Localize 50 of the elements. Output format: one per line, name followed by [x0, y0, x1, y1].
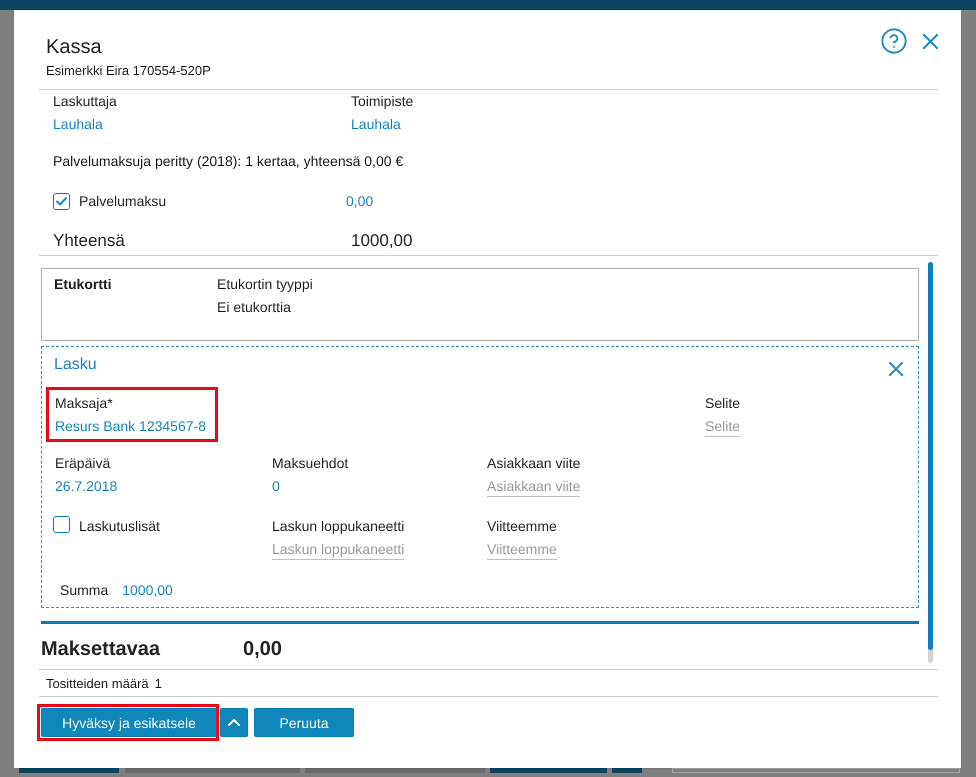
chevron-up-icon	[228, 719, 240, 726]
checkbox-label[interactable]: Palvelumaksu	[79, 192, 166, 210]
field-label: Eräpäivä	[55, 454, 110, 472]
field-label: Asiakkaan viite	[487, 454, 580, 472]
menu-button[interactable]	[220, 708, 248, 737]
total-label: Yhteensä	[53, 230, 126, 252]
background-panel	[612, 768, 642, 773]
close-icon	[889, 362, 903, 376]
field-value[interactable]: 0,00	[346, 192, 938, 210]
close-button[interactable]	[923, 34, 938, 48]
action-button[interactable]: Peruuta	[254, 708, 354, 737]
dialog-subtitle: Esimerkki Eira 170554-520P	[46, 62, 211, 79]
field-label: Maksuehdot	[272, 454, 348, 472]
field-value[interactable]: 26.7.2018	[55, 477, 118, 495]
field-label: Viitteemme	[487, 517, 557, 535]
service-fee-note: Palvelumaksuja peritty (2018): 1 kertaa, yhteensä 0,00 €	[53, 152, 404, 170]
input-field[interactable]: Asiakkaan viite	[487, 477, 580, 497]
help-icon	[880, 27, 908, 55]
help-button[interactable]	[880, 27, 908, 55]
amount-due-label: Maksettavaa	[41, 637, 162, 661]
section-heading: Etukortti	[54, 275, 113, 294]
amount-due-value: 0,00	[243, 637, 283, 661]
field-value[interactable]: Resurs Bank 1234567-8	[55, 417, 206, 435]
field-label: Selite	[705, 394, 740, 412]
invoice-title: Lasku	[54, 355, 97, 375]
field-label: Laskun loppukaneetti	[272, 517, 404, 535]
input-field[interactable]: Laskun loppukaneetti	[272, 540, 404, 560]
action-button[interactable]: Hyväksy ja esikatsele	[41, 708, 217, 737]
close-button[interactable]	[889, 362, 903, 376]
input-field[interactable]: Viitteemme	[487, 540, 557, 560]
checkbox-label[interactable]: Laskutuslisät	[79, 517, 160, 535]
field-value[interactable]: Lauhala	[351, 115, 938, 133]
close-icon	[923, 34, 938, 48]
sum-label: Summa	[60, 581, 108, 599]
check-icon	[56, 196, 67, 206]
field-label: Etukortin tyyppi	[217, 275, 313, 293]
field-label: Laskuttaja	[53, 92, 118, 110]
field-value: Ei etukorttia	[217, 298, 291, 316]
checkbox[interactable]	[53, 516, 70, 533]
field-label: Toimipiste	[351, 92, 414, 110]
field-value[interactable]: Lauhala	[53, 115, 351, 133]
total-value: 1000,00	[351, 230, 414, 252]
voucher-count-value: 1	[154, 676, 162, 692]
sum-value[interactable]: 1000,00	[122, 581, 173, 599]
voucher-count-label: Tositteiden määrä	[46, 676, 149, 692]
checkbox[interactable]	[53, 192, 70, 210]
field-label: Maksaja*	[55, 394, 113, 412]
field-value[interactable]: 0	[272, 477, 280, 495]
input-field[interactable]: Selite	[705, 417, 740, 437]
dialog-title: Kassa	[46, 35, 103, 59]
